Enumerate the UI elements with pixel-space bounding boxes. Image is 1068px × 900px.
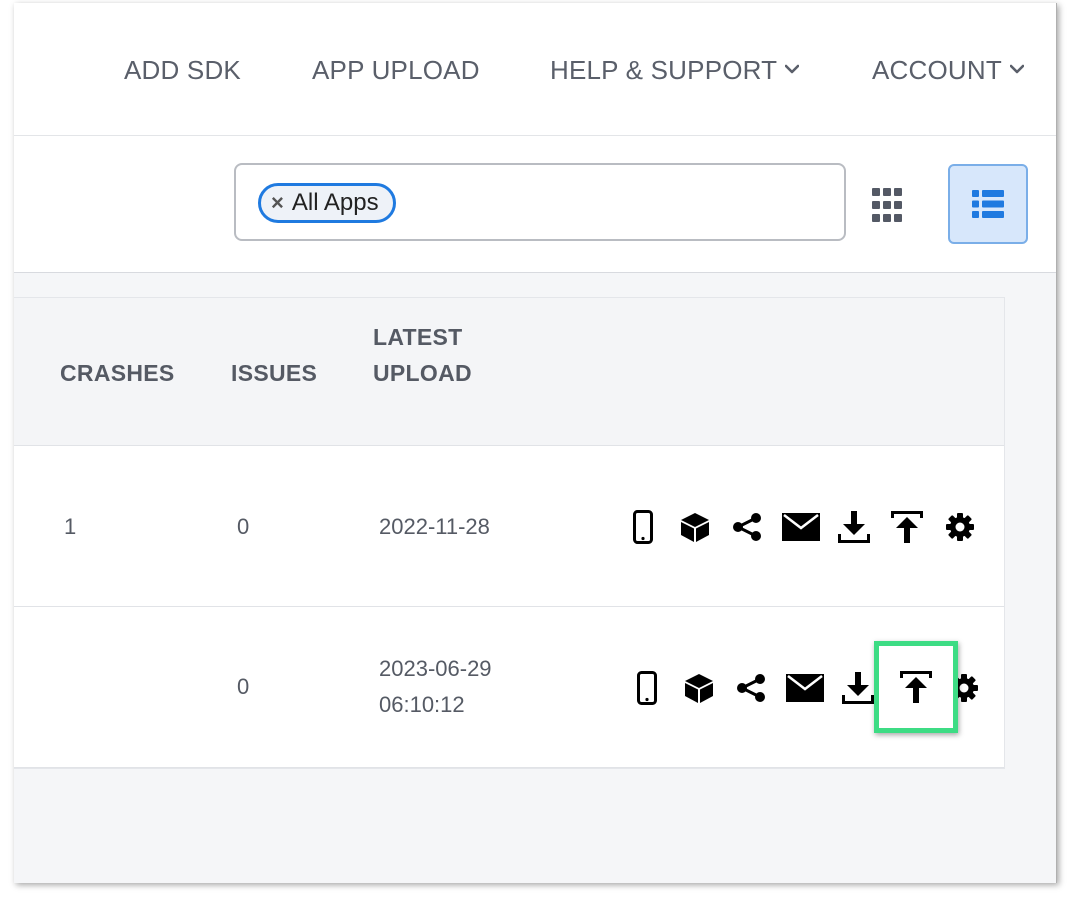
mail-icon[interactable]: [781, 509, 821, 545]
gear-icon[interactable]: [942, 509, 978, 545]
latest-upload-cell: 2022-11-28: [379, 514, 490, 539]
upload-icon[interactable]: [889, 509, 925, 545]
close-icon[interactable]: ×: [271, 190, 284, 216]
issues-cell: 0: [237, 674, 250, 699]
filter-chip-label: All Apps: [291, 189, 379, 216]
mail-icon[interactable]: [785, 670, 825, 706]
column-header-latest-upload-line1[interactable]: LATEST: [373, 319, 463, 355]
chevron-down-icon: [1009, 64, 1024, 73]
share-icon[interactable]: [733, 670, 769, 706]
content-area: CRASHES ISSUES LATEST UPLOAD 1 0 2022-11…: [14, 273, 1056, 883]
table-row: 0 2023-06-29 06:10:12: [14, 607, 1004, 768]
list-icon: [972, 190, 1004, 218]
app-filter-input[interactable]: × All Apps: [234, 163, 846, 241]
latest-upload-time-cell: 06:10:12: [379, 692, 465, 717]
download-icon[interactable]: [836, 509, 872, 545]
download-icon[interactable]: [840, 670, 876, 706]
upload-icon[interactable]: [898, 669, 934, 705]
table-header: CRASHES ISSUES LATEST UPLOAD: [14, 298, 1004, 446]
column-header-latest-upload-line2[interactable]: UPLOAD: [373, 355, 472, 391]
nav-app-upload-label: APP UPLOAD: [312, 55, 480, 85]
toolbar: × All Apps: [14, 136, 1056, 273]
phone-icon[interactable]: [625, 509, 661, 545]
nav-account[interactable]: ACCOUNT: [872, 55, 1024, 86]
nav-help-support-label: HELP & SUPPORT: [550, 55, 778, 85]
upload-button-highlight[interactable]: [874, 641, 958, 733]
chevron-down-icon: [785, 64, 800, 73]
list-view-button[interactable]: [948, 164, 1028, 244]
column-header-crashes[interactable]: CRASHES: [60, 355, 175, 391]
table-row: 1 0 2022-11-28: [14, 446, 1004, 607]
phone-icon[interactable]: [629, 670, 665, 706]
app-window: ADD SDK APP UPLOAD HELP & SUPPORT ACCOUN…: [14, 3, 1057, 883]
column-header-issues[interactable]: ISSUES: [231, 355, 317, 391]
latest-upload-date-cell: 2023-06-29: [379, 656, 492, 681]
grid-view-button[interactable]: [870, 186, 910, 226]
apps-table: CRASHES ISSUES LATEST UPLOAD 1 0 2022-11…: [14, 297, 1005, 769]
package-icon[interactable]: [677, 509, 713, 545]
grid-icon: [872, 188, 880, 196]
nav-app-upload[interactable]: APP UPLOAD: [312, 55, 480, 86]
nav-help-support[interactable]: HELP & SUPPORT: [550, 55, 800, 86]
nav-add-sdk-label: ADD SDK: [124, 55, 241, 85]
nav-add-sdk[interactable]: ADD SDK: [124, 55, 241, 86]
package-icon[interactable]: [681, 670, 717, 706]
filter-chip-all-apps[interactable]: × All Apps: [258, 183, 396, 223]
share-icon[interactable]: [729, 509, 765, 545]
issues-cell: 0: [237, 514, 250, 539]
crashes-cell: 1: [64, 514, 77, 539]
top-navigation: ADD SDK APP UPLOAD HELP & SUPPORT ACCOUN…: [14, 3, 1056, 136]
nav-account-label: ACCOUNT: [872, 55, 1002, 85]
